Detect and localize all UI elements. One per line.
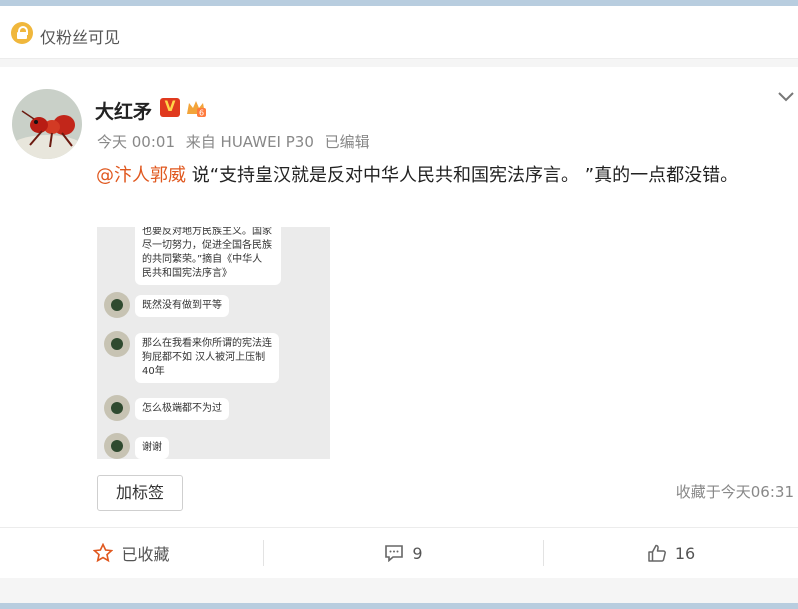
verified-badge: V	[160, 98, 180, 117]
star-outline-icon	[93, 543, 114, 563]
lock-icon	[11, 22, 33, 44]
attached-image[interactable]: 也要反对地方民族主义。国家 尽一切努力，促进全国各民族 的共同繁荣。”摘自《中华…	[97, 227, 330, 459]
chat-avatar	[104, 395, 130, 421]
thumbs-up-icon	[648, 544, 666, 562]
add-tag-button[interactable]: 加标签	[97, 475, 183, 511]
favorite-label: 已收藏	[121, 545, 170, 564]
avatar[interactable]	[12, 89, 82, 159]
favorited-time: 收藏于今天06:31	[675, 483, 794, 501]
chat-avatar	[104, 292, 130, 318]
fan-crown-icon: 6	[185, 98, 207, 122]
visibility-bar: 仅粉丝可见	[0, 6, 798, 59]
chat-avatar	[104, 433, 130, 459]
comment-count: 9	[412, 543, 423, 563]
post-time[interactable]: 今天 00:01	[97, 133, 175, 151]
comment-icon	[385, 545, 404, 562]
chat-message: 既然没有做到平等	[135, 295, 229, 317]
post-source: 来自 HUAWEI P30	[185, 133, 314, 151]
edited-label[interactable]: 已编辑	[325, 133, 370, 151]
visibility-label: 仅粉丝可见	[40, 28, 121, 47]
author-name[interactable]: 大红矛	[95, 97, 152, 124]
post-body: 说“支持皇汉就是反对中华人民共和国宪法序言。 ”真的一点都没错。	[186, 165, 739, 186]
chat-message: 那么在我看来你所谓的宪法连 狗屁都不如 汉人被河上压制 40年	[135, 333, 279, 383]
chat-quote: 也要反对地方民族主义。国家 尽一切努力，促进全国各民族 的共同繁荣。”摘自《中华…	[135, 227, 281, 285]
comment-button[interactable]: 9	[264, 528, 543, 578]
weibo-post: 大红矛 V 6 今天 00:01 来自 HUAWEI P30 已编辑 @汴人郭威…	[0, 67, 798, 527]
window-bottom-edge	[0, 603, 798, 609]
mention-link[interactable]: @汴人郭威	[96, 165, 186, 186]
post-text: @汴人郭威 说“支持皇汉就是反对中华人民共和国宪法序言。 ”真的一点都没错。	[96, 161, 738, 187]
chat-message: 怎么极端都不为过	[135, 398, 229, 420]
like-count: 16	[674, 543, 696, 563]
section-gap	[0, 59, 798, 67]
chat-message: 谢谢	[135, 437, 169, 459]
favorite-button[interactable]: 已收藏	[0, 528, 263, 578]
chevron-down-icon[interactable]	[778, 87, 794, 106]
svg-text:6: 6	[199, 109, 204, 118]
post-meta: 今天 00:01 来自 HUAWEI P30 已编辑	[97, 131, 376, 152]
chat-avatar	[104, 331, 130, 357]
like-button[interactable]: 16	[544, 528, 798, 578]
section-gap	[0, 578, 798, 603]
action-bar: 已收藏 9 16	[0, 527, 798, 578]
